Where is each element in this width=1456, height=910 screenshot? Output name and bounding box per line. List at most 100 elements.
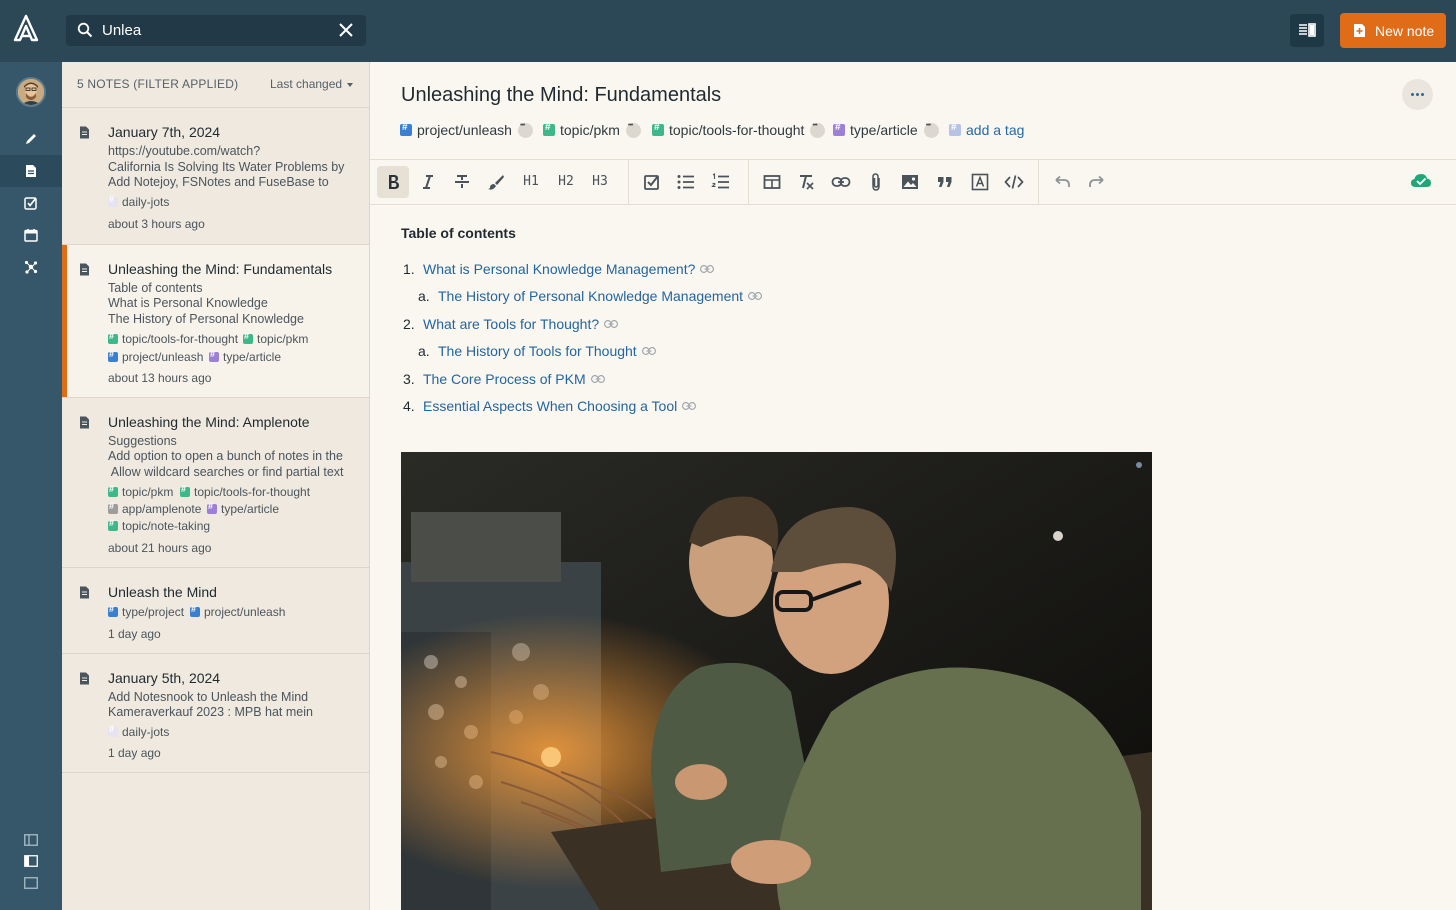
note-tag[interactable]: app/amplenote (108, 501, 201, 516)
note-tag[interactable]: daily-jots (108, 724, 169, 739)
avatar[interactable] (16, 77, 46, 107)
note-tag[interactable]: topic/tools-for-thought (108, 331, 238, 346)
note-card[interactable]: Unleashing the Mind: Amplenote Suggestio… (62, 397, 369, 567)
new-note-button[interactable]: New note (1340, 13, 1446, 48)
heading-2-button[interactable]: H2 (550, 166, 582, 198)
highlight-button[interactable] (480, 166, 512, 198)
search-input[interactable] (102, 19, 322, 42)
amplenote-logo-icon[interactable] (12, 14, 40, 44)
top-bar: New note (0, 0, 1456, 62)
note-title: Unleashing the Mind: Fundamentals (108, 261, 333, 277)
toc-link[interactable]: The History of Tools for Thought (438, 343, 656, 359)
note-title-heading[interactable]: Unleashing the Mind: Fundamentals (401, 84, 721, 107)
toc-link[interactable]: What is Personal Knowledge Management? (423, 261, 715, 277)
chevron-down-icon (347, 82, 354, 87)
toc-link-text: The History of Tools for Thought (438, 343, 637, 359)
note-card[interactable]: January 5th, 2024 Add Notesnook to Unlea… (62, 653, 369, 773)
note-card-active[interactable]: Unleashing the Mind: Fundamentals Table … (62, 244, 369, 397)
tag-options-icon[interactable] (517, 122, 533, 138)
strikethrough-button[interactable] (446, 166, 478, 198)
clear-format-button[interactable] (790, 166, 822, 198)
nav-jots[interactable] (0, 123, 62, 155)
nav-graph[interactable] (0, 251, 62, 283)
avatar-image (18, 79, 44, 105)
search-box[interactable] (66, 15, 366, 46)
clear-search-icon[interactable] (337, 21, 355, 39)
quote-button[interactable] (929, 166, 961, 198)
toggle-layout-button[interactable] (1290, 14, 1324, 47)
note-card[interactable]: January 7th, 2024 https://youtube.com/wa… (62, 107, 369, 244)
tag-icon (190, 604, 200, 617)
toc-link[interactable]: The Core Process of PKM (423, 371, 605, 387)
sort-dropdown[interactable]: Last changed (270, 77, 354, 91)
tag-options-icon[interactable] (810, 122, 826, 138)
note-snippet: Add option to open a bunch of notes in t… (108, 449, 343, 463)
tag-options-icon[interactable] (625, 122, 641, 138)
toc-link[interactable]: Essential Aspects When Choosing a Tool (423, 398, 697, 414)
note-tag[interactable]: topic/pkm (108, 484, 173, 499)
note-tag[interactable]: project/unleash (108, 349, 203, 364)
nav-notes[interactable] (0, 155, 62, 187)
text-style-button[interactable] (964, 166, 996, 198)
note-tag[interactable]: project/unleash (190, 604, 285, 619)
table-button[interactable] (756, 166, 788, 198)
toc-link[interactable]: What are Tools for Thought? (423, 316, 619, 332)
new-note-icon (1354, 24, 1365, 37)
tag-topic-pkm[interactable]: topic/pkm (543, 122, 641, 138)
note-tag[interactable]: type/article (209, 349, 281, 364)
toc-link[interactable]: The History of Personal Knowledge Manage… (438, 288, 763, 304)
note-image[interactable] (401, 452, 1152, 910)
bullet-list-button[interactable] (670, 166, 702, 198)
code-button[interactable] (998, 166, 1030, 198)
numbered-list-button[interactable] (705, 166, 737, 198)
tag-icon (108, 501, 118, 514)
add-tag-button[interactable]: add a tag (949, 122, 1024, 138)
tag-icon (108, 349, 118, 362)
layout-single-icon[interactable] (24, 877, 38, 889)
italic-button[interactable] (412, 166, 444, 198)
tag-label: topic/tools-for-thought (669, 122, 805, 138)
nav-tasks[interactable] (0, 187, 62, 219)
toolbar-divider (748, 160, 749, 205)
notes-icon (26, 165, 36, 177)
note-card[interactable]: Unleash the Mind type/project project/un… (62, 567, 369, 653)
tag-topic-tools-for-thought[interactable]: topic/tools-for-thought (652, 122, 826, 138)
link-chain-icon (604, 320, 619, 328)
toc-number: 1. (403, 261, 415, 277)
toc-number: a. (418, 343, 430, 359)
tag-icon (108, 331, 118, 344)
undo-button[interactable] (1046, 166, 1078, 198)
note-snippet: Kameraverkauf 2023 : MPB hat mein (108, 705, 313, 719)
bold-button[interactable] (377, 166, 409, 198)
note-tag[interactable]: type/article (207, 501, 279, 516)
link-button[interactable] (825, 166, 857, 198)
nav-calendar[interactable] (0, 219, 62, 251)
note-tag[interactable]: topic/tools-for-thought (180, 484, 310, 499)
attach-file-button[interactable] (860, 166, 892, 198)
note-tag[interactable]: type/project (108, 604, 184, 619)
insert-image-button[interactable] (894, 166, 926, 198)
sync-status-cloud-icon[interactable] (1410, 172, 1432, 188)
layout-sidebar-icon[interactable] (24, 855, 38, 867)
tag-label: topic/pkm (257, 332, 309, 346)
link-chain-icon (682, 402, 697, 410)
tag-options-icon[interactable] (923, 122, 939, 138)
toolbar-divider (628, 160, 629, 205)
note-options-button[interactable] (1402, 79, 1433, 110)
toc-link-text: What are Tools for Thought? (423, 316, 600, 332)
tag-icon (652, 122, 664, 136)
table-icon (763, 175, 781, 189)
heading-1-button[interactable]: H1 (515, 166, 547, 198)
heading-3-button[interactable]: H3 (584, 166, 616, 198)
h3-label: H3 (592, 174, 608, 189)
note-tag[interactable]: topic/pkm (243, 331, 309, 346)
note-tag[interactable]: topic/note-taking (108, 518, 210, 533)
task-button[interactable] (636, 166, 668, 198)
tasks-icon (24, 197, 37, 210)
redo-button[interactable] (1081, 166, 1113, 198)
note-tag[interactable]: daily-jots (108, 194, 169, 209)
tag-type-article[interactable]: type/article (833, 122, 939, 138)
layout-columns-icon[interactable] (24, 834, 38, 846)
h2-label: H2 (558, 174, 574, 189)
tag-project-unleash[interactable]: project/unleash (400, 122, 533, 138)
